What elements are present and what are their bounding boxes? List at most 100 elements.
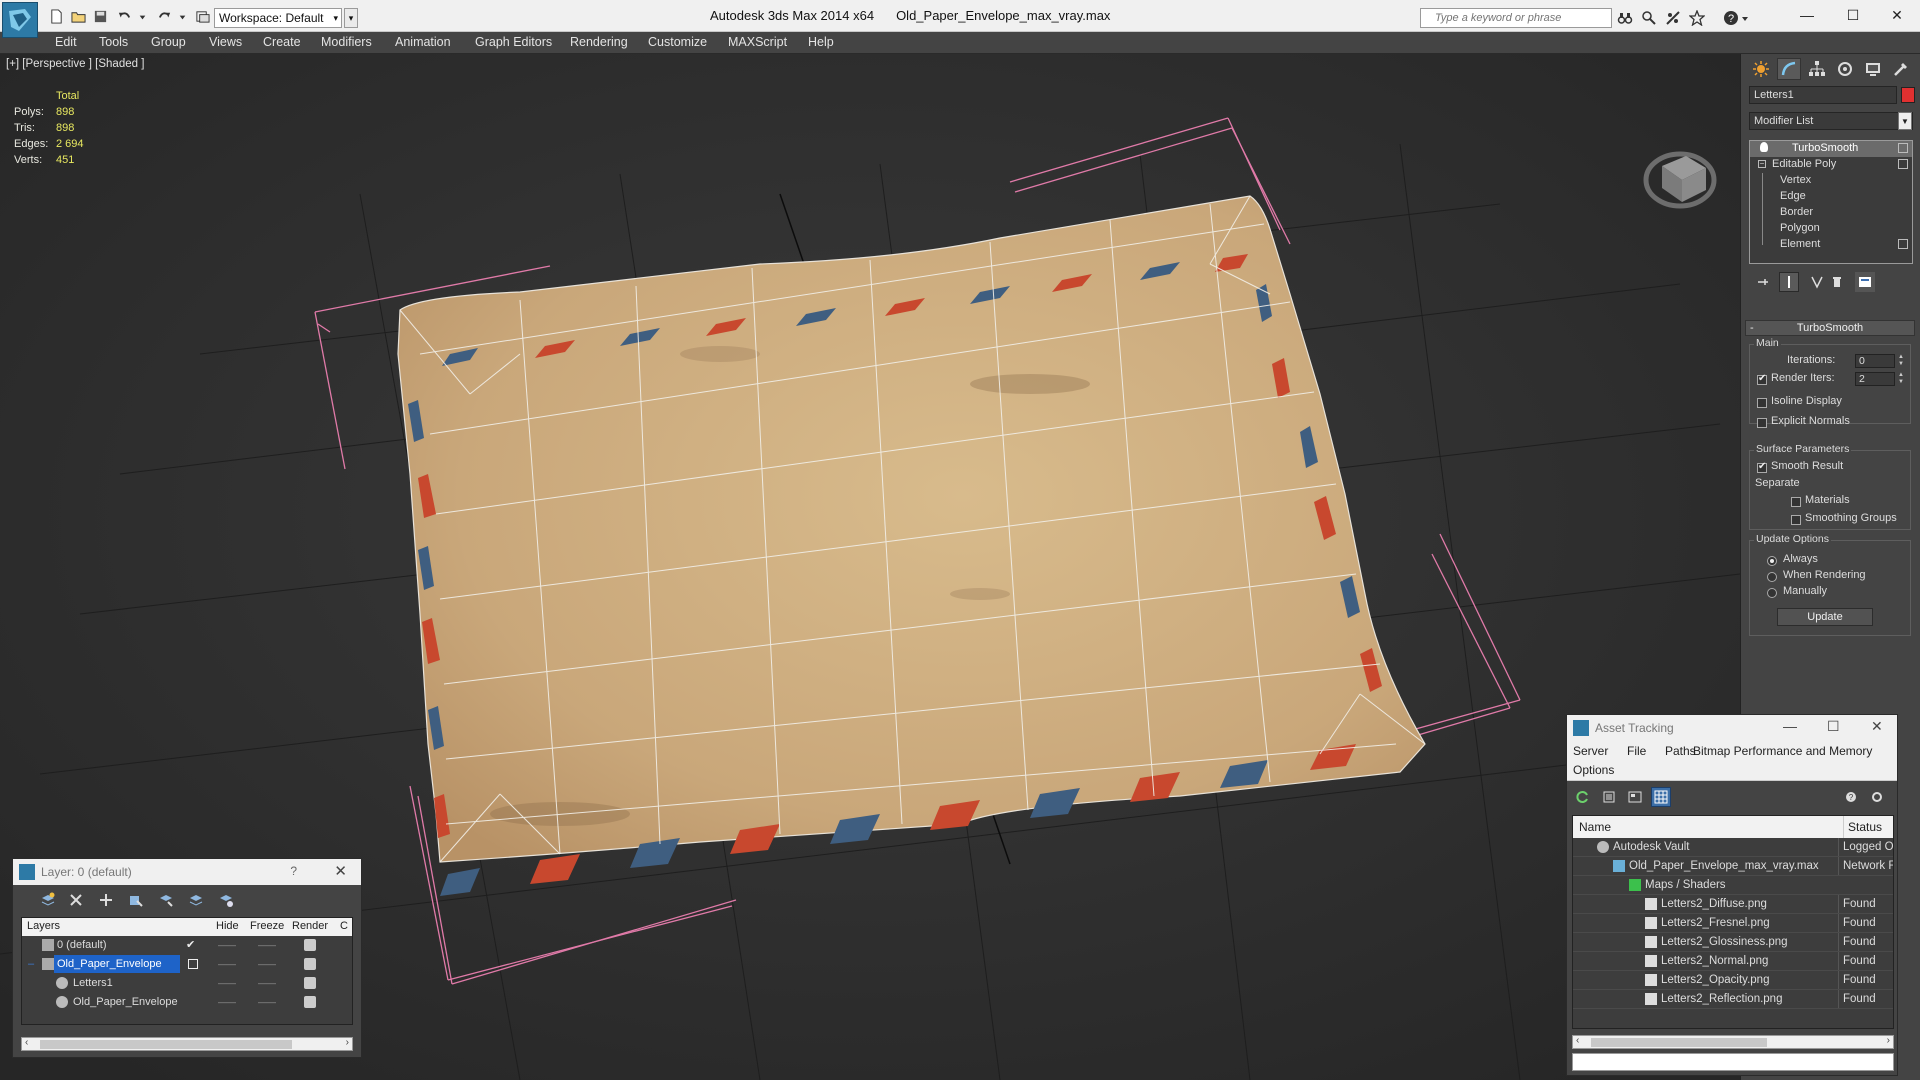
turbosmooth-rollout-header[interactable]: - TurboSmooth bbox=[1745, 320, 1915, 336]
render-teapot-icon[interactable] bbox=[304, 939, 316, 951]
highlight-layer-icon[interactable] bbox=[155, 889, 177, 911]
column-header-status[interactable]: Status bbox=[1843, 816, 1882, 838]
motion-tab-icon[interactable] bbox=[1833, 58, 1857, 80]
minimize-button[interactable]: — bbox=[1784, 0, 1830, 30]
spinner-arrows-icon[interactable]: ▲ ▼ bbox=[1897, 354, 1905, 368]
help-icon[interactable]: ? bbox=[1722, 9, 1740, 27]
freeze-toggle[interactable]: —— bbox=[258, 974, 276, 992]
menu-tools[interactable]: Tools bbox=[99, 35, 128, 49]
render-teapot-icon[interactable] bbox=[304, 958, 316, 970]
select-in-layer-icon[interactable] bbox=[125, 889, 147, 911]
menu-edit[interactable]: Edit bbox=[55, 35, 77, 49]
menu-paths[interactable]: Paths bbox=[1665, 744, 1696, 758]
asset-row[interactable]: Letters2_Reflection.png Found bbox=[1573, 990, 1893, 1009]
column-header-color[interactable]: C bbox=[340, 920, 348, 932]
project-folder-icon[interactable] bbox=[194, 8, 210, 24]
menu-file[interactable]: File bbox=[1627, 744, 1646, 758]
create-tab-icon[interactable] bbox=[1749, 58, 1773, 80]
current-layer-check-icon[interactable]: ✔ bbox=[186, 936, 195, 954]
layer-row[interactable]: Letters1 —— —— bbox=[22, 974, 352, 993]
menu-server[interactable]: Server bbox=[1573, 744, 1608, 758]
layer-row[interactable]: Old_Paper_Envelope —— —— bbox=[22, 993, 352, 1012]
menu-bitmap-performance[interactable]: Bitmap Performance and Memory bbox=[1693, 744, 1872, 758]
menu-help[interactable]: Help bbox=[808, 35, 834, 49]
isoline-display-checkbox[interactable] bbox=[1757, 398, 1767, 408]
maximize-button[interactable]: ☐ bbox=[1827, 718, 1840, 735]
viewport-label[interactable]: [+] [Perspective ] [Shaded ] bbox=[6, 58, 144, 70]
modifier-list-dropdown[interactable]: Modifier List ▼ bbox=[1749, 112, 1913, 130]
freeze-all-layers-icon[interactable] bbox=[215, 889, 237, 911]
scrollbar-thumb[interactable] bbox=[1591, 1038, 1767, 1047]
asset-row[interactable]: Letters2_Opacity.png Found bbox=[1573, 971, 1893, 990]
stack-item-polygon[interactable]: Polygon bbox=[1750, 221, 1912, 237]
hierarchy-tab-icon[interactable] bbox=[1805, 58, 1829, 80]
menu-modifiers[interactable]: Modifiers bbox=[321, 35, 372, 49]
asset-row[interactable]: Letters2_Glossiness.png Found bbox=[1573, 933, 1893, 952]
add-selected-icon[interactable] bbox=[95, 889, 117, 911]
render-teapot-icon[interactable] bbox=[304, 977, 316, 989]
redo-icon[interactable] bbox=[156, 8, 172, 24]
remove-modifier-icon[interactable] bbox=[1827, 272, 1847, 292]
stack-pin-icon[interactable] bbox=[1898, 159, 1908, 169]
save-icon[interactable] bbox=[92, 8, 108, 24]
render-iters-spinner[interactable]: 2 bbox=[1855, 372, 1895, 386]
stack-item-edge[interactable]: Edge bbox=[1750, 189, 1912, 205]
stack-item-vertex[interactable]: Vertex bbox=[1750, 173, 1912, 189]
display-tab-icon[interactable] bbox=[1861, 58, 1885, 80]
star-icon[interactable] bbox=[1688, 9, 1706, 27]
menu-options[interactable]: Options bbox=[1573, 763, 1614, 777]
materials-checkbox[interactable] bbox=[1791, 497, 1801, 507]
smooth-result-checkbox[interactable] bbox=[1757, 461, 1767, 473]
asset-row[interactable]: Letters2_Fresnel.png Found bbox=[1573, 914, 1893, 933]
undo-icon[interactable] bbox=[116, 8, 132, 24]
explicit-normals-checkbox[interactable] bbox=[1757, 418, 1767, 428]
object-color-swatch[interactable] bbox=[1901, 87, 1915, 103]
stack-item-element[interactable]: Element bbox=[1750, 237, 1912, 253]
update-button[interactable]: Update bbox=[1777, 608, 1873, 626]
tree-view-icon[interactable] bbox=[1625, 787, 1645, 807]
asset-row[interactable]: Old_Paper_Envelope_max_vray.max Network … bbox=[1573, 857, 1893, 876]
stack-pin-icon[interactable] bbox=[1898, 239, 1908, 249]
stack-item-turbosmooth[interactable]: TurboSmooth bbox=[1750, 141, 1912, 157]
pin-stack-icon[interactable] bbox=[1753, 272, 1773, 292]
lightbulb-icon[interactable] bbox=[1760, 142, 1768, 152]
help-dropdown-icon[interactable] bbox=[1740, 9, 1750, 27]
create-layer-icon[interactable] bbox=[37, 889, 59, 911]
horizontal-scrollbar[interactable]: ‹ › bbox=[21, 1037, 353, 1051]
list-view-icon[interactable] bbox=[1599, 787, 1619, 807]
table-view-icon[interactable] bbox=[1651, 787, 1671, 807]
menu-create[interactable]: Create bbox=[263, 35, 301, 49]
make-unique-icon[interactable] bbox=[1807, 272, 1827, 292]
column-header-hide[interactable]: Hide bbox=[216, 920, 239, 932]
settings-icon[interactable] bbox=[1867, 787, 1887, 807]
undo-dropdown-icon[interactable] bbox=[134, 8, 150, 24]
smoothing-groups-checkbox[interactable] bbox=[1791, 515, 1801, 525]
new-file-icon[interactable] bbox=[48, 8, 64, 24]
stack-item-editable-poly[interactable]: − Editable Poly bbox=[1750, 157, 1912, 173]
workspace-select[interactable]: Workspace: Default ▾ bbox=[214, 8, 342, 28]
help-button[interactable]: ? bbox=[290, 864, 297, 878]
scroll-left-icon[interactable]: ‹ bbox=[1576, 1035, 1579, 1046]
column-header-render[interactable]: Render bbox=[292, 920, 328, 932]
always-radio[interactable] bbox=[1767, 556, 1777, 566]
menu-maxscript[interactable]: MAXScript bbox=[728, 35, 787, 49]
asset-row[interactable]: Autodesk Vault Logged O bbox=[1573, 838, 1893, 857]
column-header-name[interactable]: Name bbox=[1579, 820, 1611, 834]
hide-toggle[interactable]: —— bbox=[218, 974, 236, 992]
modify-tab-icon[interactable] bbox=[1777, 58, 1801, 80]
asset-tracking-titlebar[interactable]: Asset Tracking — ☐ ✕ bbox=[1567, 715, 1897, 741]
hide-toggle[interactable]: —— bbox=[218, 993, 236, 1011]
asset-row[interactable]: Letters2_Diffuse.png Found bbox=[1573, 895, 1893, 914]
open-file-icon[interactable] bbox=[70, 8, 86, 24]
binoculars-icon[interactable] bbox=[1616, 9, 1634, 27]
scrollbar-thumb[interactable] bbox=[40, 1040, 292, 1049]
spinner-arrows-icon[interactable]: ▲ ▼ bbox=[1897, 372, 1905, 386]
freeze-toggle[interactable]: —— bbox=[258, 993, 276, 1011]
utilities-tab-icon[interactable] bbox=[1889, 58, 1913, 80]
asset-row[interactable]: Letters2_Normal.png Found bbox=[1573, 952, 1893, 971]
show-end-result-icon[interactable] bbox=[1779, 272, 1799, 292]
menu-graph-editors[interactable]: Graph Editors bbox=[475, 35, 552, 49]
layer-row[interactable]: – Old_Paper_Envelope —— —— bbox=[22, 955, 352, 974]
scroll-right-icon[interactable]: › bbox=[1887, 1035, 1890, 1046]
scroll-left-icon[interactable]: ‹ bbox=[25, 1037, 28, 1048]
